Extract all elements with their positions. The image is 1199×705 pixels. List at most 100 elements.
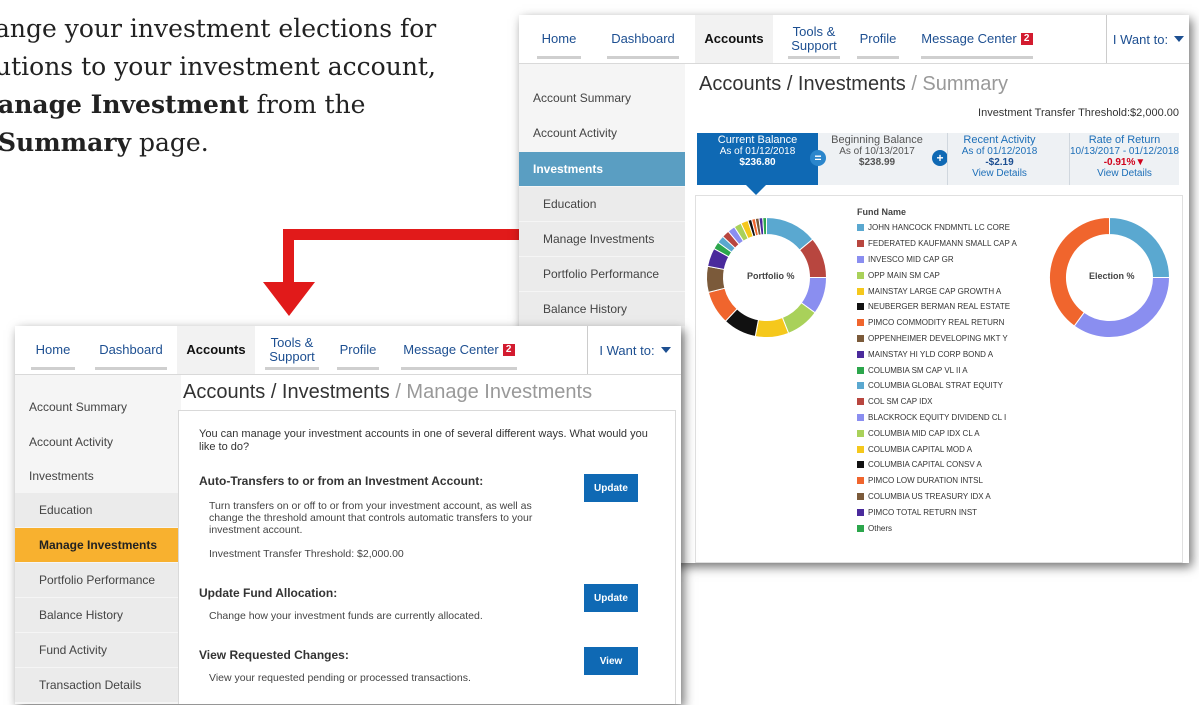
sidebar-item-transaction-details[interactable]: Transaction Details: [15, 668, 181, 702]
legend-label: COLUMBIA MID CAP IDX CL A: [868, 428, 980, 438]
legend-item: JOHN HANCOCK FNDMNTL LC CORE: [857, 220, 1017, 236]
sidebar-item-account-activity[interactable]: Account Activity: [519, 116, 699, 150]
red-arrow-horizontal: [283, 229, 539, 240]
nav-tools-label: Tools & Support: [269, 335, 315, 364]
sidebar-item-education[interactable]: Education: [15, 493, 181, 527]
nav-accounts-label: Accounts: [186, 342, 246, 357]
nav-tools-support[interactable]: Tools & Support: [784, 15, 844, 63]
legend-title: Fund Name: [857, 207, 907, 217]
i-want-to-label: I Want to:: [1112, 31, 1169, 47]
fund-allocation-description: Change how your investment funds are cur…: [209, 610, 483, 622]
requested-changes-title: View Requested Changes:: [199, 648, 349, 662]
nav-dashboard[interactable]: Dashboard: [91, 326, 171, 374]
rate-of-return-view-details-link[interactable]: View Details: [1070, 168, 1179, 179]
sidebar-item-investments[interactable]: Investments: [15, 459, 195, 493]
caret-down-icon: [1174, 36, 1185, 42]
legend-label: PIMCO LOW DURATION INTSL: [868, 476, 983, 486]
legend-swatch: [857, 492, 864, 500]
nav-dashboard[interactable]: Dashboard: [603, 15, 683, 63]
sidebar-item-portfolio-performance[interactable]: Portfolio Performance: [519, 257, 685, 291]
fund-allocation-title: Update Fund Allocation:: [199, 586, 338, 600]
nav-message-center[interactable]: Message Center 2: [917, 15, 1037, 63]
recent-activity-value: -$2.19: [985, 157, 1014, 168]
recent-activity-label: Recent Activity: [963, 134, 1036, 146]
nav-profile[interactable]: Profile: [333, 326, 383, 374]
legend-swatch: [857, 271, 864, 279]
legend-label: COLUMBIA US TREASURY IDX A: [868, 491, 991, 501]
intro-text: You can manage your investment accounts …: [199, 428, 648, 453]
recent-activity-view-details-link[interactable]: View Details: [948, 168, 1051, 179]
sidebar-item-account-summary[interactable]: Account Summary: [15, 390, 195, 424]
nav-home[interactable]: Home: [533, 15, 585, 63]
legend-swatch: [857, 524, 864, 532]
red-arrow-vertical: [283, 229, 294, 285]
instruction-line-2: utions to your investment account,: [0, 52, 436, 81]
legend-swatch: [857, 334, 864, 342]
legend-item: PIMCO COMMODITY REAL RETURN: [857, 315, 1017, 331]
legend-swatch: [857, 350, 864, 358]
legend-swatch: [857, 255, 864, 263]
instruction-line-4-rest: page.: [131, 128, 209, 157]
legend-item: COLUMBIA MID CAP IDX CL A: [857, 425, 1017, 441]
nav-accounts[interactable]: Accounts: [695, 15, 773, 63]
nav-profile[interactable]: Profile: [853, 15, 903, 63]
legend-swatch: [857, 240, 864, 248]
legend-item: COL SM CAP IDX: [857, 394, 1017, 410]
sidebar: Account Summary Account Activity Investm…: [15, 375, 181, 704]
sidebar-item-balance-history[interactable]: Balance History: [519, 292, 685, 326]
nav-tools-support[interactable]: Tools & Support: [261, 326, 323, 374]
nav-message-center[interactable]: Message Center 2: [397, 326, 521, 374]
donut-slice: [706, 265, 726, 294]
page-title: Accounts / Investments / Summary: [699, 73, 1009, 95]
legend-label: BLACKROCK EQUITY DIVIDEND CL I: [868, 412, 1007, 422]
nav-home-label: Home: [541, 31, 577, 46]
legend-label: JOHN HANCOCK FNDMNTL LC CORE: [868, 223, 1010, 233]
legend-item: COLUMBIA SM CAP VL II A: [857, 362, 1017, 378]
instruction-line-3-rest: from the: [248, 90, 366, 119]
nav-accounts[interactable]: Accounts: [177, 326, 255, 374]
sidebar-item-investments[interactable]: Investments: [519, 152, 685, 186]
auto-transfers-description: Turn transfers on or off to or from your…: [209, 500, 533, 536]
donut-slice: [754, 316, 790, 338]
legend-label: MAINSTAY LARGE CAP GROWTH A: [868, 286, 1002, 296]
legend-label: INVESCO MID CAP GR: [868, 254, 954, 264]
legend-item: MAINSTAY HI YLD CORP BOND A: [857, 346, 1017, 362]
legend-swatch: [857, 445, 864, 453]
legend-item: PIMCO LOW DURATION INTSL: [857, 473, 1017, 489]
sidebar-item-account-activity[interactable]: Account Activity: [15, 425, 195, 459]
legend-item: Others: [857, 520, 1017, 536]
nav-home[interactable]: Home: [27, 326, 79, 374]
i-want-to-dropdown[interactable]: I Want to:: [587, 326, 681, 374]
i-want-to-dropdown[interactable]: I Want to:: [1106, 15, 1189, 63]
instruction-line-1: ange your investment elections for: [0, 14, 437, 43]
sidebar-item-fund-activity[interactable]: Fund Activity: [15, 633, 181, 667]
donut-slice: [1073, 277, 1171, 338]
legend-label: FEDERATED KAUFMANN SMALL CAP A: [868, 239, 1017, 249]
sidebar-item-balance-history[interactable]: Balance History: [15, 598, 181, 632]
manage-investments-panel: You can manage your investment accounts …: [178, 410, 676, 704]
sidebar-item-manage-investments[interactable]: Manage Investments: [519, 222, 685, 256]
sidebar-item-education[interactable]: Education: [519, 187, 685, 221]
current-balance-date: As of 01/12/2018: [719, 146, 796, 157]
sidebar-item-portfolio-performance[interactable]: Portfolio Performance: [15, 563, 181, 597]
sidebar-item-manage-investments[interactable]: Manage Investments: [15, 528, 181, 562]
sidebar-item-account-summary[interactable]: Account Summary: [519, 81, 699, 115]
legend-label: COLUMBIA GLOBAL STRAT EQUITY: [868, 381, 1003, 391]
requested-changes-description: View your requested pending or processed…: [209, 672, 471, 684]
legend-item: OPPENHEIMER DEVELOPING MKT Y: [857, 331, 1017, 347]
update-fund-allocation-button[interactable]: Update: [584, 584, 638, 612]
legend-item: BLACKROCK EQUITY DIVIDEND CL I: [857, 410, 1017, 426]
view-requested-changes-button[interactable]: View: [584, 647, 638, 675]
top-nav: Home Dashboard Accounts Tools & Support P…: [15, 326, 681, 375]
legend-label: OPP MAIN SM CAP: [868, 270, 940, 280]
page-title: Accounts / Investments / Manage Investme…: [183, 381, 593, 403]
legend-item: INVESCO MID CAP GR: [857, 252, 1017, 268]
update-auto-transfers-button[interactable]: Update: [584, 474, 638, 502]
legend-item: NEUBERGER BERMAN REAL ESTATE: [857, 299, 1017, 315]
message-count-badge: 2: [1020, 33, 1033, 45]
caret-down-icon: [660, 347, 671, 353]
legend-swatch: [857, 287, 864, 295]
balance-tiles: Current Balance As of 01/12/2018 $236.80…: [697, 133, 1179, 185]
legend-swatch: [857, 224, 864, 232]
legend-label: OPPENHEIMER DEVELOPING MKT Y: [868, 333, 1008, 343]
